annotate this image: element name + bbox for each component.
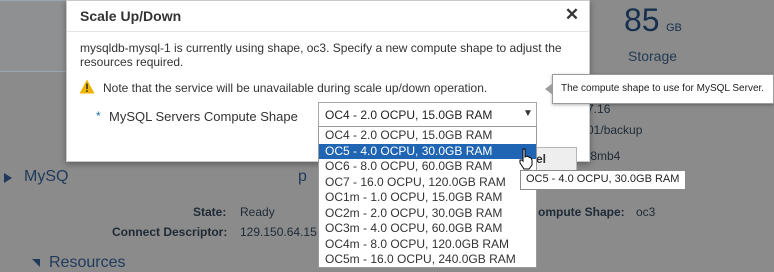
compute-shape-value: oc3 <box>636 205 656 219</box>
select-current-value: OC4 - 2.0 OCPU, 15.0GB RAM <box>325 108 493 122</box>
close-icon[interactable]: ✕ <box>564 6 580 24</box>
state-value: Ready <box>240 205 275 219</box>
resources-heading: Resources <box>49 254 126 271</box>
compute-shape-field-label: MySQL Servers Compute Shape <box>109 109 298 124</box>
storage-label: Storage <box>628 48 678 64</box>
dialog-title: Scale Up/Down <box>80 8 182 24</box>
shape-option[interactable]: OC3m - 4.0 OCPU, 60.0GB RAM <box>319 221 536 237</box>
hand-pointer-icon <box>519 148 533 170</box>
section-title: MySQ <box>24 168 69 185</box>
shape-option[interactable]: OC2m - 2.0 OCPU, 30.0GB RAM <box>319 206 536 222</box>
shape-option[interactable]: OC4m - 8.0 OCPU, 120.0GB RAM <box>319 237 536 253</box>
shape-dropdown-list: OC4 - 2.0 OCPU, 15.0GB RAM OC5 - 4.0 OCP… <box>318 126 537 268</box>
option-hover-tooltip-text: OC5 - 4.0 OCPU, 30.0GB RAM <box>526 173 680 185</box>
warning-triangle-icon <box>79 79 95 94</box>
compute-shape-select[interactable]: OC4 - 2.0 OCPU, 15.0GB RAM ▼ <box>318 102 537 127</box>
resources-collapse-icon[interactable] <box>32 259 40 267</box>
connect-descriptor-label: Connect Descriptor: <box>112 225 228 239</box>
chevron-down-icon[interactable]: ▼ <box>523 108 533 119</box>
warning-text: Note that the service will be unavailabl… <box>103 81 488 95</box>
tooltip-arrow <box>545 83 553 95</box>
dialog-message: mysqldb-mysql-1 is currently using shape… <box>80 41 562 69</box>
shape-option[interactable]: OC6 - 8.0 OCPU, 60.0GB RAM <box>319 159 536 175</box>
shape-option[interactable]: OC7 - 16.0 OCPU, 120.0GB RAM <box>319 175 536 191</box>
background-card <box>0 0 67 72</box>
option-hover-tooltip: OC5 - 4.0 OCPU, 30.0GB RAM <box>520 170 686 190</box>
storage-unit: GB <box>666 22 682 34</box>
section-collapse-icon[interactable] <box>4 173 12 183</box>
compute-shape-label: ompute Shape: <box>538 205 625 219</box>
shape-option-highlighted[interactable]: OC5 - 4.0 OCPU, 30.0GB RAM <box>319 143 536 159</box>
connect-descriptor-value: 129.150.64.15 <box>240 225 317 239</box>
storage-value: 85 <box>624 2 660 38</box>
required-marker: * <box>96 109 101 123</box>
storage-card: 85 GB Storage <box>588 0 684 70</box>
shape-option[interactable]: OC4 - 2.0 OCPU, 15.0GB RAM <box>319 128 536 144</box>
section-title-tail: p <box>298 168 307 185</box>
field-help-tooltip: The compute shape to use for MySQL Serve… <box>545 74 774 104</box>
shape-option[interactable]: OC1m - 1.0 OCPU, 15.0GB RAM <box>319 190 536 206</box>
field-help-tooltip-text: The compute shape to use for MySQL Serve… <box>561 83 765 94</box>
state-label: State: <box>193 205 227 219</box>
dialog-header: Scale Up/Down ✕ <box>67 1 589 32</box>
shape-option[interactable]: OC5m - 16.0 OCPU, 240.0GB RAM <box>319 252 536 267</box>
